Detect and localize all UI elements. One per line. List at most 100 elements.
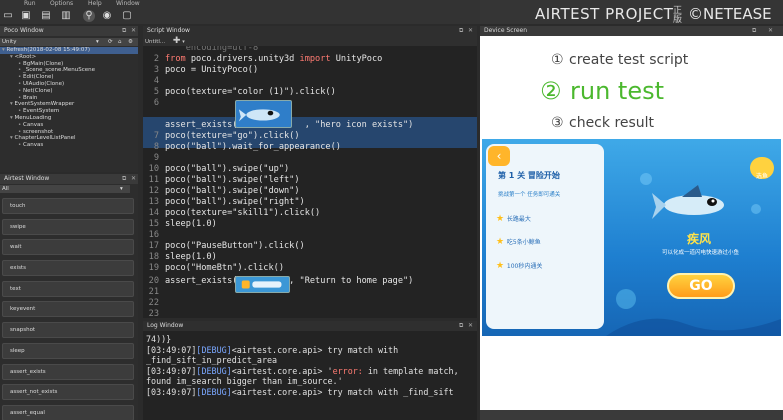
- airtest-cmd-button[interactable]: swipe: [2, 218, 134, 235]
- log-timestamp: [03:49:07]: [146, 386, 197, 397]
- tree-node[interactable]: • Canvas: [0, 142, 138, 149]
- airtest-cmd-button[interactable]: touch: [2, 198, 134, 214]
- tree-node[interactable]: • screenshot: [0, 129, 138, 136]
- code-line: 21: [143, 287, 477, 298]
- home-page-thumbnail[interactable]: [235, 276, 290, 293]
- code-text: sleep(1.0): [165, 219, 217, 229]
- script-tab[interactable]: Untitl...: [145, 39, 165, 45]
- float-icon[interactable]: ⧉: [459, 26, 463, 36]
- code-line: 22: [143, 298, 477, 309]
- tree-node-label: BgMain(Clone): [23, 60, 64, 67]
- code-line: 5 poco(texture="color (1)").click(): [143, 87, 477, 98]
- tree-node[interactable]: • Net(Clone): [0, 88, 138, 95]
- airtest-title-text: Airtest Window: [4, 175, 50, 182]
- inspect-icon[interactable]: ◉: [101, 10, 113, 22]
- tree-node[interactable]: ▾ ChapterLevelListPanel: [0, 135, 138, 142]
- go-button[interactable]: GO: [667, 273, 735, 299]
- code-text: poco(texture="skill1").click(): [165, 208, 321, 218]
- open-icon[interactable]: ▣: [20, 10, 32, 22]
- log-title-text: Log Window: [147, 322, 184, 329]
- tree-node[interactable]: • Edit(Clone): [0, 74, 138, 81]
- float-icon[interactable]: ⧉: [122, 26, 126, 36]
- airtest-cmd-button[interactable]: keyevent: [2, 301, 134, 318]
- step-number: ③: [551, 115, 564, 131]
- close-icon[interactable]: ✕: [468, 321, 473, 331]
- tree-node-label: UIAudio(Clone): [23, 80, 65, 87]
- poco-mode-select[interactable]: Unity ▾ ⟳ ⌂ ⚙: [0, 38, 138, 46]
- airtest-cmd-button[interactable]: exists: [2, 260, 134, 277]
- add-tab-icon[interactable]: ✚: [173, 36, 181, 46]
- game-screen[interactable]: ‹ 第 1 关 冒险开始 挑战第一个 任务即可通关 ★ 长路最大 ★ 吃5条小鲸…: [482, 139, 781, 336]
- tree-node[interactable]: • UIAudio(Clone): [0, 81, 138, 88]
- airtest-cmd-button[interactable]: text: [2, 280, 134, 297]
- keyword: from: [165, 54, 186, 64]
- back-arrow-icon[interactable]: ‹: [488, 146, 510, 166]
- airtest-cmd-button[interactable]: sleep: [2, 342, 134, 359]
- script-window: Script Window ⧉ ✕ Untitl... ✚ ▾ encoding…: [143, 26, 477, 318]
- tree-node[interactable]: • EventSystem: [0, 108, 138, 115]
- lock-icon[interactable]: ⌂: [118, 38, 122, 46]
- code-editor[interactable]: encoding=utf-8 2 from poco.drivers.unity3d…: [143, 46, 477, 318]
- save-icon[interactable]: ▤: [40, 10, 52, 22]
- new-icon[interactable]: ▭: [2, 10, 14, 22]
- line-number: 10: [148, 164, 159, 174]
- status-bar: [480, 410, 783, 420]
- float-icon[interactable]: ⧉: [752, 26, 756, 36]
- poco-mode-value: Unity: [2, 39, 17, 45]
- record-icon[interactable]: ⚲: [83, 10, 95, 22]
- code-text: poco("HomeBtn").click(): [165, 263, 284, 273]
- script-window-title: Script Window ⧉ ✕: [143, 26, 477, 36]
- tree-node[interactable]: • BgMain(Clone): [0, 61, 138, 68]
- code-text: poco = UnityPoco(): [165, 65, 259, 75]
- choose-fish-button[interactable]: 选鱼: [750, 157, 774, 180]
- goal-item: ★ 100秒内通关: [496, 261, 542, 271]
- menu-run[interactable]: Run: [24, 0, 36, 8]
- save-as-icon[interactable]: ▥: [60, 10, 72, 22]
- airtest-cmd-button[interactable]: assert_equal: [2, 404, 134, 420]
- log-window-title: Log Window ⧉ ✕: [143, 321, 477, 331]
- brand-header: AIRTEST PROJECT 正版 ©NETEASE: [480, 0, 783, 25]
- float-icon[interactable]: ⧉: [122, 174, 126, 184]
- tree-node-label: Canvas: [23, 121, 44, 128]
- log-message: <airtest.core.api> try match with _find_…: [231, 386, 454, 397]
- airtest-cmd-button[interactable]: snapshot: [2, 322, 134, 339]
- airtest-cmd-button[interactable]: wait: [2, 239, 134, 256]
- settings-icon[interactable]: ⚙: [128, 38, 133, 46]
- tree-node[interactable]: • Canvas: [0, 122, 138, 129]
- code-text: poco("ball").swipe("up"): [165, 164, 290, 174]
- tree-node[interactable]: ▾ MenuLoading: [0, 115, 138, 122]
- line-number: 22: [148, 298, 159, 308]
- brand-cn: 正版: [673, 6, 683, 25]
- poco-hierarchy-tree: ▾ Refresh(2018-02-08 15:49:07) ▾ <Root> • …: [0, 47, 138, 172]
- airtest-mode-select[interactable]: All ▾: [0, 185, 130, 193]
- tree-node[interactable]: ▾ <Root>: [0, 54, 138, 61]
- tree-node[interactable]: ▾ Refresh(2018-02-08 15:49:07): [0, 47, 138, 54]
- menu-options[interactable]: Options: [50, 0, 73, 8]
- line-number: 5: [153, 87, 159, 97]
- tree-node-label: _Scene_scene.MenuScene: [23, 67, 96, 74]
- menu-help[interactable]: Help: [88, 0, 102, 8]
- code-line: 4: [143, 76, 477, 87]
- goal-label: 100秒内通关: [506, 263, 543, 270]
- chevron-down-icon[interactable]: ▾: [182, 39, 185, 45]
- tree-node-label: Refresh(2018-02-08 15:49:07): [6, 47, 90, 53]
- tree-node[interactable]: ▾ EventSystemWrapper: [0, 101, 138, 108]
- refresh-icon[interactable]: ⟳: [108, 38, 113, 46]
- close-icon[interactable]: ✕: [131, 26, 136, 36]
- stop-icon[interactable]: ▢: [121, 10, 133, 22]
- line-number: 20: [148, 276, 159, 286]
- hero-icon-thumbnail[interactable]: [235, 100, 292, 128]
- tree-node[interactable]: • _Scene_scene.MenuScene: [0, 67, 138, 74]
- close-icon[interactable]: ✕: [131, 174, 136, 184]
- menu-window[interactable]: Window: [116, 0, 140, 8]
- close-icon[interactable]: ✕: [468, 26, 473, 36]
- tree-node[interactable]: • Brain: [0, 95, 138, 102]
- airtest-mode-value: All: [2, 186, 9, 192]
- close-icon[interactable]: ✕: [768, 26, 773, 36]
- line-number: 15: [148, 219, 159, 229]
- log-message: <airtest.core.api> 'error: in template m…: [231, 365, 459, 376]
- step-label: run test: [570, 77, 665, 105]
- airtest-cmd-button[interactable]: assert_exists: [2, 363, 134, 380]
- airtest-cmd-button[interactable]: assert_not_exists: [2, 384, 134, 401]
- float-icon[interactable]: ⧉: [459, 321, 463, 331]
